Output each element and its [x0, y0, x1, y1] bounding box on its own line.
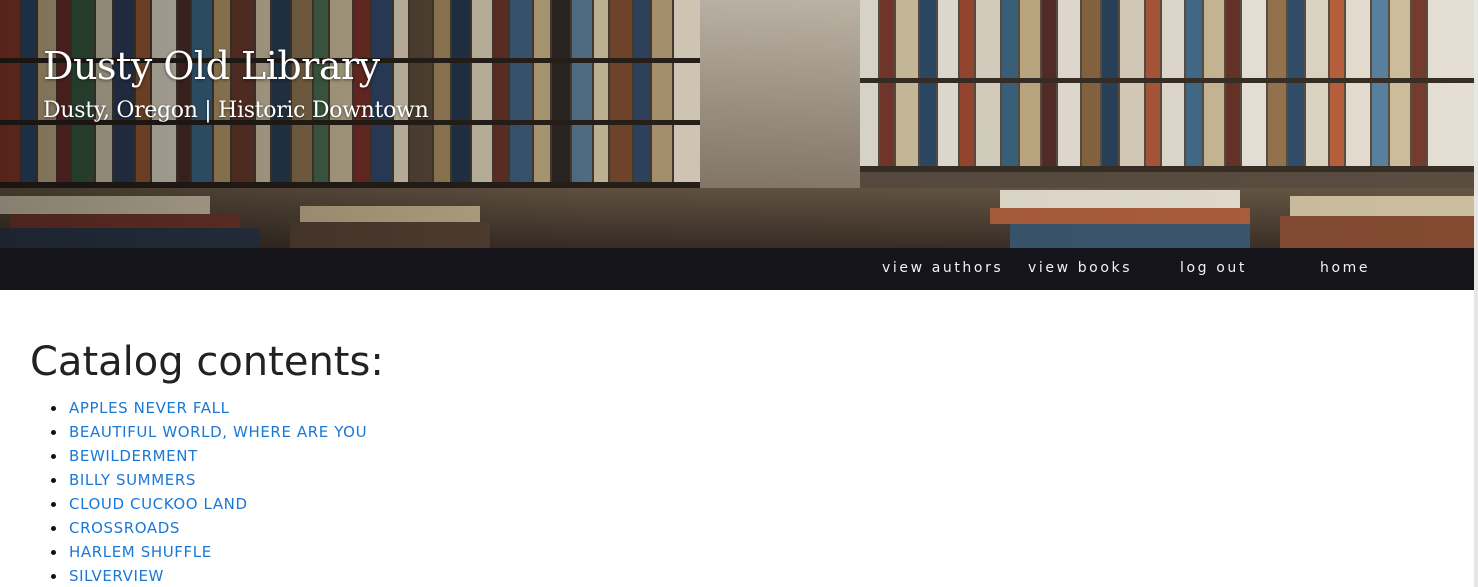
- scrollbar[interactable]: [1474, 0, 1478, 587]
- list-item: SILVERVIEW: [0, 564, 367, 587]
- bullet-icon: [51, 502, 56, 507]
- bullet-icon: [51, 550, 56, 555]
- book-link[interactable]: BEWILDERMENT: [69, 447, 198, 465]
- list-item: BILLY SUMMERS: [0, 468, 367, 492]
- list-item: HARLEM SHUFFLE: [0, 540, 367, 564]
- bullet-icon: [51, 430, 56, 435]
- nav-log-out[interactable]: log out: [1180, 248, 1247, 290]
- bullet-icon: [51, 406, 56, 411]
- book-link[interactable]: SILVERVIEW: [69, 567, 164, 585]
- hero-banner: Dusty Old Library Dusty, Oregon | Histor…: [0, 0, 1474, 248]
- book-link[interactable]: BILLY SUMMERS: [69, 471, 196, 489]
- book-link[interactable]: CROSSROADS: [69, 519, 180, 537]
- list-item: BEWILDERMENT: [0, 444, 367, 468]
- site-title: Dusty Old Library: [43, 44, 380, 88]
- list-item: BEAUTIFUL WORLD, WHERE ARE YOU: [0, 420, 367, 444]
- book-link[interactable]: BEAUTIFUL WORLD, WHERE ARE YOU: [69, 423, 367, 441]
- list-item: CROSSROADS: [0, 516, 367, 540]
- bullet-icon: [51, 478, 56, 483]
- list-item: CLOUD CUCKOO LAND: [0, 492, 367, 516]
- nav-view-books[interactable]: view books: [1028, 248, 1132, 290]
- main-nav: view authors view books log out home: [0, 248, 1474, 290]
- list-item: APPLES NEVER FALL: [0, 396, 367, 420]
- book-link[interactable]: CLOUD CUCKOO LAND: [69, 495, 248, 513]
- book-list: APPLES NEVER FALL BEAUTIFUL WORLD, WHERE…: [0, 396, 367, 587]
- bullet-icon: [51, 526, 56, 531]
- nav-view-authors[interactable]: view authors: [882, 248, 1003, 290]
- bullet-icon: [51, 454, 56, 459]
- site-subtitle: Dusty, Oregon | Historic Downtown: [43, 98, 429, 123]
- nav-home[interactable]: home: [1320, 248, 1370, 290]
- book-link[interactable]: APPLES NEVER FALL: [69, 399, 230, 417]
- bullet-icon: [51, 574, 56, 579]
- book-link[interactable]: HARLEM SHUFFLE: [69, 543, 212, 561]
- catalog-heading: Catalog contents:: [30, 339, 384, 385]
